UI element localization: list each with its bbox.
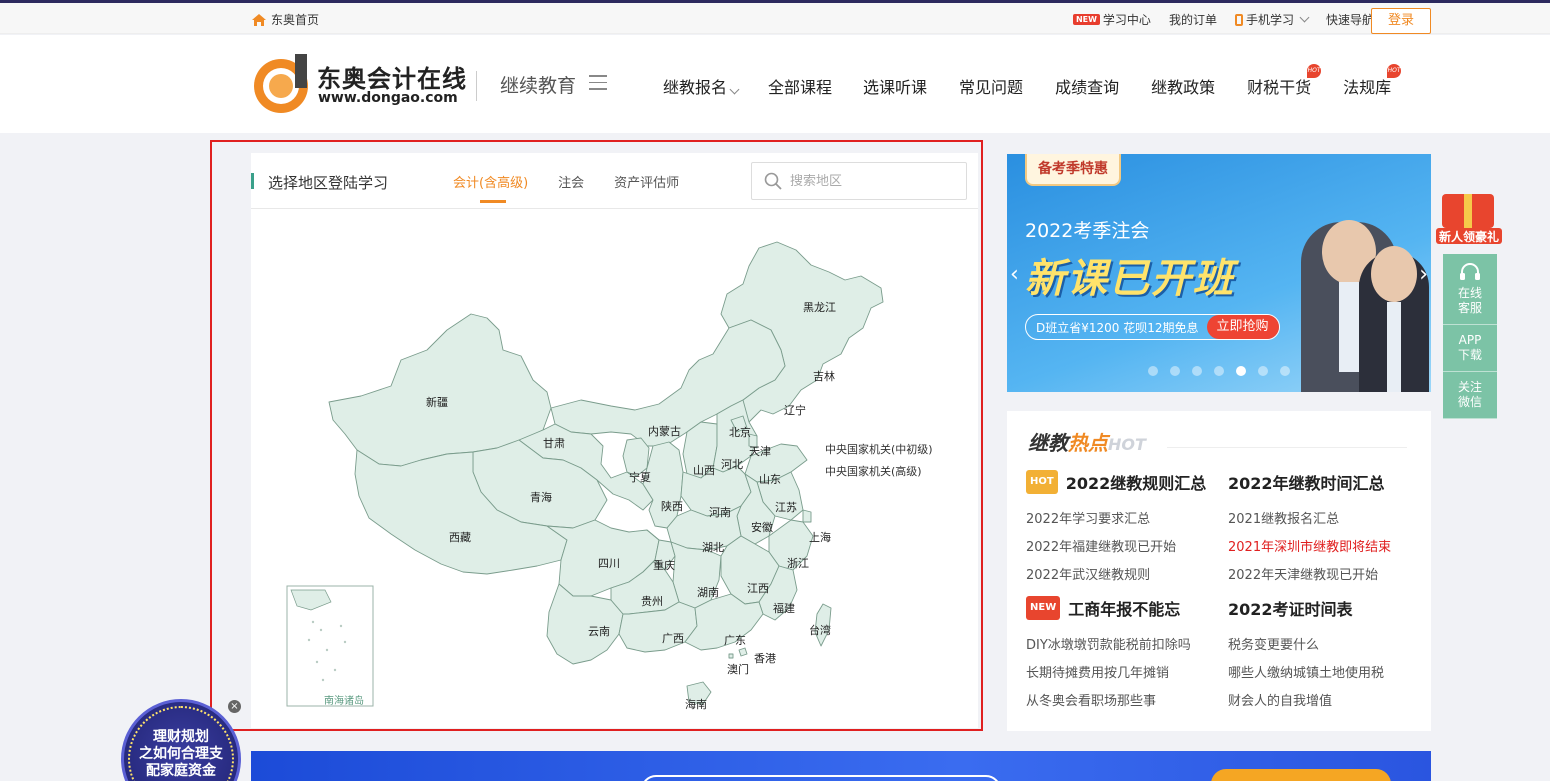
header-divider: [476, 71, 477, 101]
nav-item-courses[interactable]: 全部课程: [768, 74, 832, 98]
hot-link[interactable]: 哪些人缴纳城镇土地使用税: [1228, 660, 1384, 688]
hot-link[interactable]: 税务变更要什么: [1228, 632, 1384, 660]
nav-item-policy[interactable]: 继教政策: [1151, 74, 1215, 98]
banner-prev-arrow-icon[interactable]: ‹: [1010, 262, 1019, 287]
nav-item-select-course[interactable]: 选课听课: [863, 74, 927, 98]
carousel-dot[interactable]: [1214, 366, 1224, 376]
carousel-dot[interactable]: [1148, 366, 1158, 376]
hot-link[interactable]: 2022年学习要求汇总: [1026, 506, 1206, 534]
nav-item-tax-articles[interactable]: 财税干货 HOT: [1247, 64, 1322, 98]
carousel-dot[interactable]: [1192, 366, 1202, 376]
main-nav: 继教报名 全部课程 选课听课 常见问题 成绩查询 继教政策 财税干货 HOT 法规…: [663, 64, 1402, 98]
hot-badge-icon: HOT: [1026, 470, 1058, 494]
my-orders-link[interactable]: 我的订单: [1169, 11, 1217, 28]
hot-link[interactable]: 从冬奥会看职场那些事: [1026, 688, 1191, 716]
bottom-banner[interactable]: [251, 751, 1431, 781]
highlight-frame: [210, 140, 983, 731]
hot-column-heading[interactable]: NEW 工商年报不能忘: [1026, 594, 1191, 622]
carousel-dot[interactable]: [1258, 366, 1268, 376]
gift-label: 新人领豪礼: [1439, 229, 1499, 244]
site-header: 东奥会计在线 www.dongao.com 继续教育 继教报名 全部课程 选课听…: [0, 35, 1550, 133]
home-link[interactable]: 东奥首页: [251, 11, 319, 28]
logo-url: www.dongao.com: [318, 90, 458, 106]
banner-next-arrow-icon[interactable]: ›: [1419, 262, 1428, 287]
carousel-dots[interactable]: [1148, 366, 1290, 376]
banner-line-1: 2022考季注会: [1025, 220, 1150, 242]
hot-link[interactable]: 2022年武汉继教规则: [1026, 562, 1206, 590]
menu-icon[interactable]: [589, 75, 607, 91]
hot-column-1: HOT 2022继教规则汇总 2022年学习要求汇总 2022年福建继教现已开始 …: [1026, 468, 1206, 590]
nav-item-faq[interactable]: 常见问题: [959, 74, 1023, 98]
hot-column-4: 2022考证时间表 税务变更要什么 哪些人缴纳城镇土地使用税 财会人的自我增值: [1228, 594, 1384, 716]
home-link-label: 东奥首页: [271, 13, 320, 27]
hot-link[interactable]: 长期待摊费用按几年摊销: [1026, 660, 1191, 688]
gift-icon[interactable]: 新人领豪礼: [1432, 188, 1506, 252]
hot-column-heading[interactable]: HOT 2022继教规则汇总: [1026, 468, 1206, 496]
hot-column-heading[interactable]: 2022考证时间表: [1228, 594, 1384, 622]
section-title: 继续教育: [500, 75, 577, 97]
hot-link[interactable]: 财会人的自我增值: [1228, 688, 1384, 716]
logo-text: 东奥会计在线: [317, 65, 467, 93]
login-button[interactable]: 登录: [1371, 8, 1431, 34]
chevron-down-icon: [729, 84, 740, 95]
online-service-label: 在线 客服: [1457, 286, 1482, 315]
hot-topics-panel: 继教热点HOT HOT 2022继教规则汇总 2022年学习要求汇总 2022年福…: [1007, 411, 1431, 731]
carousel-dot[interactable]: [1280, 366, 1290, 376]
hot-column-3: NEW 工商年报不能忘 DIY冰墩墩罚款能税前扣除吗 长期待摊费用按几年摊销 从冬…: [1026, 594, 1191, 716]
hot-column-2: 2022年继教时间汇总 2021继教报名汇总 2021年深圳市继教即将结束 20…: [1228, 468, 1391, 590]
study-center-link[interactable]: NEW 学习中心: [1072, 11, 1151, 28]
hot-column-heading[interactable]: 2022年继教时间汇总: [1228, 468, 1391, 496]
hot-topics-title: 继教热点HOT: [1028, 431, 1146, 455]
nav-item-scores[interactable]: 成绩查询: [1055, 74, 1119, 98]
close-icon[interactable]: ×: [228, 700, 241, 713]
hot-flame-icon: HOT: [1307, 64, 1322, 78]
promo-banner[interactable]: 备考季特惠 2022考季注会 新课已开班 D班立省¥1200 花呗12期免息 立…: [1007, 154, 1431, 392]
mobile-study-link[interactable]: 手机学习: [1234, 11, 1310, 28]
hot-link[interactable]: 2021继教报名汇总: [1228, 506, 1391, 534]
follow-wechat-button[interactable]: 关注 微信: [1443, 372, 1497, 419]
nav-item-register[interactable]: 继教报名: [663, 74, 740, 98]
hot-link[interactable]: 2022年天津继教现已开始: [1228, 562, 1391, 590]
hot-link[interactable]: 2022年福建继教现已开始: [1026, 534, 1206, 562]
bottom-banner-field: [641, 775, 1001, 781]
divider: [1167, 447, 1407, 448]
dongao-logo-icon[interactable]: [251, 52, 311, 114]
banner-promo: D班立省¥1200 花呗12期免息 立即抢购: [1025, 314, 1280, 340]
carousel-dot[interactable]: [1236, 366, 1246, 376]
nav-item-regulations[interactable]: 法规库 HOT: [1343, 64, 1402, 98]
hot-flame-icon: HOT: [1387, 64, 1402, 78]
side-float-bar: 在线 客服 APP 下载 关注 微信: [1443, 254, 1497, 419]
banner-tag: 备考季特惠: [1025, 154, 1121, 186]
bottom-banner-button[interactable]: [1211, 769, 1391, 781]
banner-cta-button[interactable]: 立即抢购: [1206, 315, 1279, 339]
app-download-button[interactable]: APP 下载: [1443, 325, 1497, 372]
phone-icon: [1234, 13, 1243, 26]
online-service-button[interactable]: 在线 客服: [1443, 254, 1497, 325]
new-badge-icon: NEW: [1026, 596, 1061, 620]
top-utility-bar: 东奥首页 NEW学习中心 我的订单 手机学习 快速导航 帮助 登录: [0, 3, 1550, 34]
floating-ad-text: 理财规划 之如何合理支 配家庭资金: [139, 729, 223, 779]
chevron-down-icon: [1299, 12, 1310, 23]
new-badge: NEW: [1072, 14, 1100, 25]
hot-link[interactable]: 2021年深圳市继教即将结束: [1228, 534, 1391, 562]
banner-headline: 新课已开班: [1025, 256, 1235, 302]
hot-link[interactable]: DIY冰墩墩罚款能税前扣除吗: [1026, 632, 1191, 660]
headset-icon: [1460, 263, 1480, 280]
home-icon: [252, 13, 266, 26]
carousel-dot[interactable]: [1170, 366, 1180, 376]
